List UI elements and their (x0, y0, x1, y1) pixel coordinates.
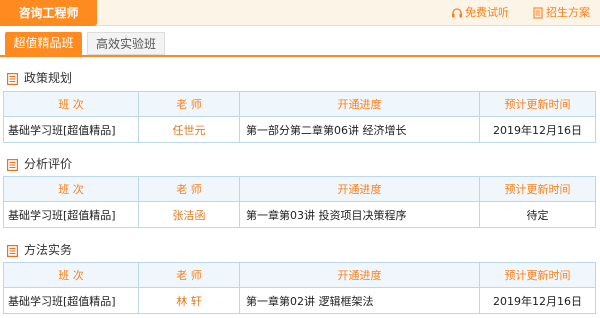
column-header-teacher: 老 师 (138, 176, 240, 202)
course-table-policy: 班 次 老 师 开通进度 预计更新时间 基础学习班[超值精品] 任世元 第一部分… (3, 91, 596, 143)
tab-underline (0, 55, 600, 57)
headphones-icon (452, 8, 462, 18)
table-row[interactable]: 基础学习班[超值精品] 张洁函 第一章第03讲 投资项目决策程序 待定 (3, 201, 596, 228)
document-icon (533, 7, 543, 19)
document-icon (7, 73, 19, 86)
document-icon (7, 159, 19, 172)
teacher-cell[interactable]: 张洁函 (138, 201, 240, 228)
document-icon (7, 245, 19, 258)
teacher-cell[interactable]: 林 轩 (138, 287, 240, 314)
tab-premium-class[interactable]: 超值精品班 (5, 32, 82, 55)
column-header-progress: 开通进度 (239, 262, 480, 288)
table-header-row: 班 次 老 师 开通进度 预计更新时间 (3, 176, 596, 202)
section-title-label: 分析评价 (24, 157, 73, 171)
column-header-teacher: 老 师 (138, 91, 240, 117)
section-title-policy: 政策规划 (7, 70, 72, 86)
update-time-cell: 待定 (479, 201, 596, 228)
class-name-cell[interactable]: 基础学习班[超值精品] (3, 116, 139, 143)
free-trial-link[interactable]: 免费试听 (451, 0, 509, 26)
update-time-cell: 2019年12月16日 (479, 287, 596, 314)
column-header-class: 班 次 (3, 176, 139, 202)
progress-cell[interactable]: 第一章第02讲 逻辑框架法 (239, 287, 480, 314)
column-header-update-time: 预计更新时间 (479, 262, 596, 288)
class-name-cell[interactable]: 基础学习班[超值精品] (3, 287, 139, 314)
course-table-methods: 班 次 老 师 开通进度 预计更新时间 基础学习班[超值精品] 林 轩 第一章第… (3, 262, 596, 314)
table-header-row: 班 次 老 师 开通进度 预计更新时间 (3, 262, 596, 288)
section-title-methods: 方法实务 (7, 242, 72, 258)
update-time-cell: 2019年12月16日 (479, 116, 596, 143)
column-header-teacher: 老 师 (138, 262, 240, 288)
section-title-label: 政策规划 (24, 71, 73, 85)
course-table-analysis: 班 次 老 师 开通进度 预计更新时间 基础学习班[超值精品] 张洁函 第一章第… (3, 176, 596, 228)
column-header-update-time: 预计更新时间 (479, 91, 596, 117)
class-name-cell[interactable]: 基础学习班[超值精品] (3, 201, 139, 228)
table-row[interactable]: 基础学习班[超值精品] 任世元 第一部分第二章第06讲 经济增长 2019年12… (3, 116, 596, 143)
top-bar: 咨询工程师 免费试听 招生方案 (0, 0, 600, 26)
enrollment-plan-link[interactable]: 招生方案 (532, 0, 590, 26)
table-header-row: 班 次 老 师 开通进度 预计更新时间 (3, 91, 596, 117)
teacher-cell[interactable]: 任世元 (138, 116, 240, 143)
section-title-analysis: 分析评价 (7, 156, 72, 172)
column-header-progress: 开通进度 (239, 176, 480, 202)
progress-cell[interactable]: 第一部分第二章第06讲 经济增长 (239, 116, 480, 143)
column-header-class: 班 次 (3, 262, 139, 288)
column-header-class: 班 次 (3, 91, 139, 117)
table-row[interactable]: 基础学习班[超值精品] 林 轩 第一章第02讲 逻辑框架法 2019年12月16… (3, 287, 596, 314)
column-header-update-time: 预计更新时间 (479, 176, 596, 202)
tab-efficient-class[interactable]: 高效实验班 (87, 32, 165, 55)
enrollment-plan-label: 招生方案 (546, 6, 590, 19)
column-header-progress: 开通进度 (239, 91, 480, 117)
section-title-label: 方法实务 (24, 243, 73, 257)
progress-cell[interactable]: 第一章第03讲 投资项目决策程序 (239, 201, 480, 228)
free-trial-label: 免费试听 (465, 6, 509, 19)
brand-title: 咨询工程师 (0, 0, 97, 26)
